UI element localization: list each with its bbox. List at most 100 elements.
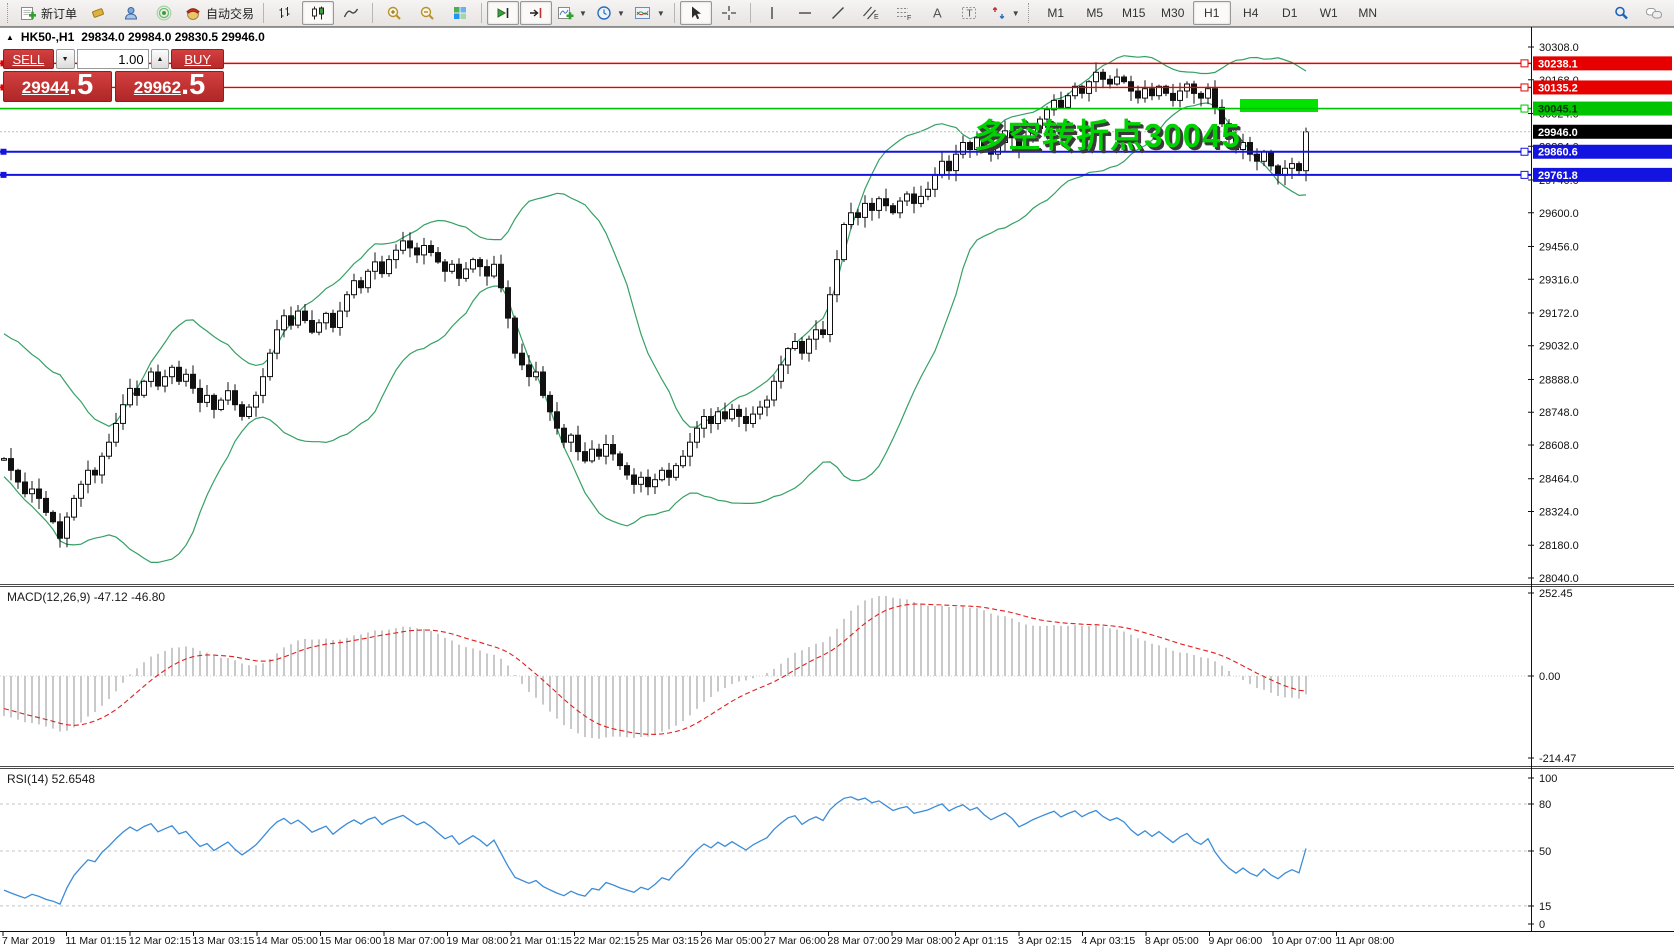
timeframe-w1-button[interactable]: W1 — [1310, 1, 1348, 25]
auto-scroll-icon — [495, 5, 511, 21]
new-order-icon — [20, 5, 37, 21]
channel-button[interactable]: E — [855, 1, 887, 25]
indicators-button[interactable]: ▼ — [553, 1, 591, 25]
channel-icon: E — [862, 5, 879, 21]
line-chart-button[interactable] — [335, 1, 367, 25]
search-button[interactable] — [1605, 1, 1637, 25]
cursor-button[interactable] — [680, 1, 712, 25]
time-axis-label: 22 Mar 02:15 — [574, 935, 636, 947]
line-right-handle[interactable] — [1521, 171, 1528, 178]
indicators-icon — [557, 5, 574, 21]
chat-button[interactable] — [1638, 1, 1670, 25]
crosshair-button[interactable] — [713, 1, 745, 25]
svg-text:29172.0: 29172.0 — [1539, 308, 1579, 320]
svg-text:0: 0 — [1539, 919, 1545, 931]
pivot-annotation-text[interactable]: 多空转折点30045 — [974, 109, 1241, 157]
tile-windows-button[interactable] — [444, 1, 476, 25]
profile-button[interactable] — [115, 1, 147, 25]
candles-chart-icon — [310, 5, 326, 21]
buy-price-button[interactable]: 29962.5 — [115, 71, 224, 102]
time-axis-label: 15 Mar 06:00 — [320, 935, 382, 947]
svg-text:F: F — [907, 15, 911, 21]
text-button[interactable]: A — [921, 1, 953, 25]
zoom-out-button[interactable] — [411, 1, 443, 25]
line-left-handle[interactable] — [1, 172, 7, 178]
timeframe-m1-button[interactable]: M1 — [1037, 1, 1075, 25]
toolbar-grip[interactable] — [1028, 3, 1033, 23]
new-order-label: 新订单 — [41, 5, 77, 22]
periods-button[interactable]: ▼ — [592, 1, 629, 25]
zoom-in-button[interactable] — [378, 1, 410, 25]
arrows-button[interactable]: ▼ — [987, 1, 1024, 25]
time-axis-label: 9 Apr 06:00 — [1209, 935, 1263, 947]
toolbar-separator — [750, 3, 751, 23]
text-label-icon: T — [961, 5, 978, 21]
toolbar-grip[interactable] — [7, 3, 12, 23]
timeframe-d1-button[interactable]: D1 — [1271, 1, 1309, 25]
text-label-button[interactable]: T — [954, 1, 986, 25]
svg-text:30308.0: 30308.0 — [1539, 42, 1579, 54]
candles-chart-button[interactable] — [302, 1, 334, 25]
time-axis-label: 25 Mar 03:15 — [637, 935, 699, 947]
line-right-handle[interactable] — [1521, 105, 1528, 112]
collapse-icon[interactable]: ▲ — [6, 33, 14, 42]
auto-trading-button[interactable]: 自动交易 — [181, 1, 258, 25]
line-right-handle[interactable] — [1521, 148, 1528, 155]
svg-text:29316.0: 29316.0 — [1539, 274, 1579, 286]
trendline-icon — [830, 5, 846, 21]
chart-shift-icon — [528, 5, 544, 21]
horizontal-line-button[interactable] — [789, 1, 821, 25]
macd-indicator-label: MACD(12,26,9) -47.12 -46.80 — [7, 590, 165, 604]
svg-text:29761.8: 29761.8 — [1538, 170, 1578, 182]
chart-title-row: ▲ HK50-,H1 29834.0 29984.0 29830.5 29946… — [6, 30, 265, 44]
volume-input[interactable] — [77, 49, 149, 69]
time-axis-label: 2 Apr 01:15 — [955, 935, 1009, 947]
timeframe-m5-button[interactable]: M5 — [1076, 1, 1114, 25]
chart-canvas[interactable]: 30308.030168.030024.029884.029740.029600… — [0, 27, 1674, 949]
svg-text:28748.0: 28748.0 — [1539, 407, 1579, 419]
timeframe-mn-button[interactable]: MN — [1349, 1, 1387, 25]
toolbar-separator — [372, 3, 373, 23]
vertical-line-button[interactable] — [756, 1, 788, 25]
gold-brush-icon — [90, 5, 106, 21]
time-axis-label: 7 Mar 2019 — [2, 935, 55, 947]
timeframe-m30-button[interactable]: M30 — [1154, 1, 1192, 25]
volume-decrease-button[interactable]: ▼ — [56, 49, 75, 69]
time-axis-label: 19 Mar 08:00 — [447, 935, 509, 947]
fibonacci-button[interactable]: F — [888, 1, 920, 25]
templates-button[interactable]: ▼ — [630, 1, 669, 25]
timeframe-m15-button[interactable]: M15 — [1115, 1, 1153, 25]
svg-text:29032.0: 29032.0 — [1539, 341, 1579, 353]
spin-up-icon: ▲ — [157, 56, 164, 63]
svg-text:28324.0: 28324.0 — [1539, 507, 1579, 519]
brush-button[interactable] — [82, 1, 114, 25]
svg-text:29946.0: 29946.0 — [1538, 127, 1578, 139]
time-axis-label: 10 Apr 07:00 — [1272, 935, 1332, 947]
volume-increase-button[interactable]: ▲ — [151, 49, 170, 69]
svg-text:28040.0: 28040.0 — [1539, 573, 1579, 585]
sell-button[interactable]: SELL — [3, 49, 54, 69]
trendline-button[interactable] — [822, 1, 854, 25]
time-axis-label: 21 Mar 01:15 — [510, 935, 572, 947]
chat-icon — [1645, 5, 1663, 21]
toolbar-separator — [481, 3, 482, 23]
svg-text:A: A — [933, 6, 942, 21]
timeframe-h1-button[interactable]: H1 — [1193, 1, 1231, 25]
new-order-button[interactable]: 新订单 — [16, 1, 81, 25]
bars-chart-button[interactable] — [269, 1, 301, 25]
svg-text:80: 80 — [1539, 799, 1551, 811]
line-right-handle[interactable] — [1521, 60, 1528, 67]
line-right-handle[interactable] — [1521, 84, 1528, 91]
buy-price-main: 29962 — [134, 76, 181, 100]
line-left-handle[interactable] — [1, 149, 7, 155]
auto-scroll-button[interactable] — [487, 1, 519, 25]
sell-price-button[interactable]: 29944.5 — [3, 71, 112, 102]
signals-button[interactable] — [148, 1, 180, 25]
chart-shift-button[interactable] — [520, 1, 552, 25]
buy-button[interactable]: BUY — [171, 49, 224, 69]
timeframe-h4-button[interactable]: H4 — [1232, 1, 1270, 25]
svg-text:15: 15 — [1539, 901, 1551, 913]
horizontal-line-icon — [797, 5, 813, 21]
highlight-rectangle[interactable] — [1240, 99, 1318, 112]
text-icon: A — [930, 5, 944, 21]
